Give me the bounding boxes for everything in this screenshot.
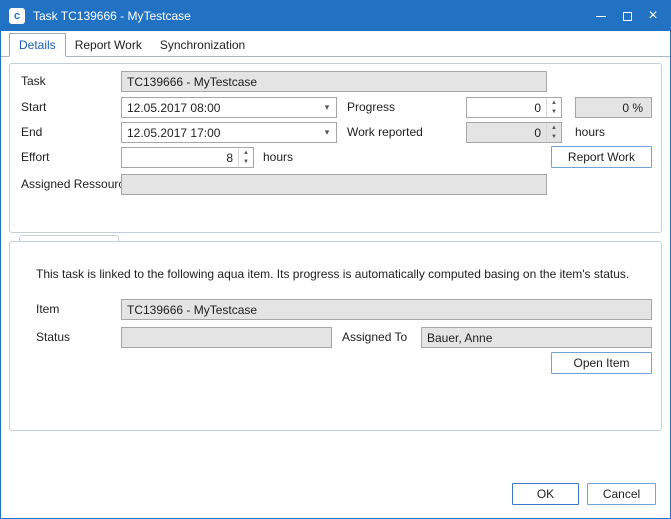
progress-percent-value: 0 % — [576, 101, 651, 115]
minimize-button[interactable] — [588, 1, 614, 31]
start-label: Start — [21, 97, 46, 118]
report-work-button[interactable]: Report Work — [551, 146, 652, 168]
effort-unit-label: hours — [263, 147, 293, 168]
tab-synchronization[interactable]: Synchronization — [151, 34, 254, 56]
task-label: Task — [21, 71, 46, 92]
spin-up-icon[interactable]: ▲ — [239, 148, 253, 158]
work-reported-input: 0 ▲ ▼ — [466, 122, 562, 143]
dropdown-icon[interactable]: ▾ — [318, 98, 336, 117]
status-label: Status — [36, 327, 70, 348]
app-icon: c — [9, 8, 25, 24]
spin-up-icon: ▲ — [547, 123, 561, 133]
work-reported-unit-label: hours — [575, 122, 605, 143]
close-button[interactable]: × — [640, 1, 666, 31]
cancel-button[interactable]: Cancel — [587, 483, 656, 505]
end-label: End — [21, 122, 42, 143]
spin-down-icon[interactable]: ▼ — [547, 108, 561, 118]
linked-item-description: This task is linked to the following aqu… — [36, 267, 629, 281]
end-date-combo[interactable]: 12.05.2017 17:00 ▾ — [121, 122, 337, 143]
tab-bar: Details Report Work Synchronization — [1, 31, 670, 57]
effort-input[interactable]: 8 ▲ ▼ — [121, 147, 254, 168]
titlebar: c Task TC139666 - MyTestcase × — [1, 1, 670, 31]
item-field: TC139666 - MyTestcase — [121, 299, 652, 320]
progress-spin-buttons: ▲ ▼ — [546, 98, 561, 117]
item-label: Item — [36, 299, 59, 320]
maximize-button[interactable] — [614, 1, 640, 31]
window-controls: × — [588, 1, 666, 31]
item-value: TC139666 - MyTestcase — [122, 303, 651, 317]
app-icon-glyph: c — [14, 10, 20, 22]
close-icon: × — [648, 8, 657, 24]
work-reported-spin-buttons: ▲ ▼ — [546, 123, 561, 142]
task-field: TC139666 - MyTestcase — [121, 71, 547, 92]
effort-value: 8 — [122, 151, 238, 165]
open-item-button[interactable]: Open Item — [551, 352, 652, 374]
spin-down-icon: ▼ — [547, 133, 561, 143]
work-reported-label: Work reported — [347, 122, 423, 143]
progress-input[interactable]: 0 ▲ ▼ — [466, 97, 562, 118]
spin-down-icon[interactable]: ▼ — [239, 158, 253, 168]
ok-button[interactable]: OK — [512, 483, 579, 505]
minimize-icon — [596, 16, 606, 17]
assigned-ressource-label: Assigned Ressource — [21, 174, 131, 195]
assigned-to-label: Assigned To — [342, 327, 407, 348]
assigned-to-field: Bauer, Anne — [421, 327, 652, 348]
start-date-value: 12.05.2017 08:00 — [122, 101, 318, 115]
progress-value: 0 — [467, 101, 546, 115]
window-title: Task TC139666 - MyTestcase — [33, 9, 191, 23]
work-reported-value: 0 — [467, 126, 546, 140]
assigned-to-value: Bauer, Anne — [422, 331, 651, 345]
end-date-value: 12.05.2017 17:00 — [122, 126, 318, 140]
progress-label: Progress — [347, 97, 395, 118]
start-date-combo[interactable]: 12.05.2017 08:00 ▾ — [121, 97, 337, 118]
task-dialog: c Task TC139666 - MyTestcase × Details R… — [0, 0, 671, 519]
assigned-ressource-field — [121, 174, 547, 195]
progress-percent-field: 0 % — [575, 97, 652, 118]
dropdown-icon[interactable]: ▾ — [318, 123, 336, 142]
task-value: TC139666 - MyTestcase — [122, 75, 546, 89]
maximize-icon — [623, 12, 632, 21]
tab-report-work[interactable]: Report Work — [66, 34, 151, 56]
tab-details[interactable]: Details — [9, 33, 66, 57]
spin-up-icon[interactable]: ▲ — [547, 98, 561, 108]
status-field — [121, 327, 332, 348]
effort-spin-buttons: ▲ ▼ — [238, 148, 253, 167]
effort-label: Effort — [21, 147, 49, 168]
